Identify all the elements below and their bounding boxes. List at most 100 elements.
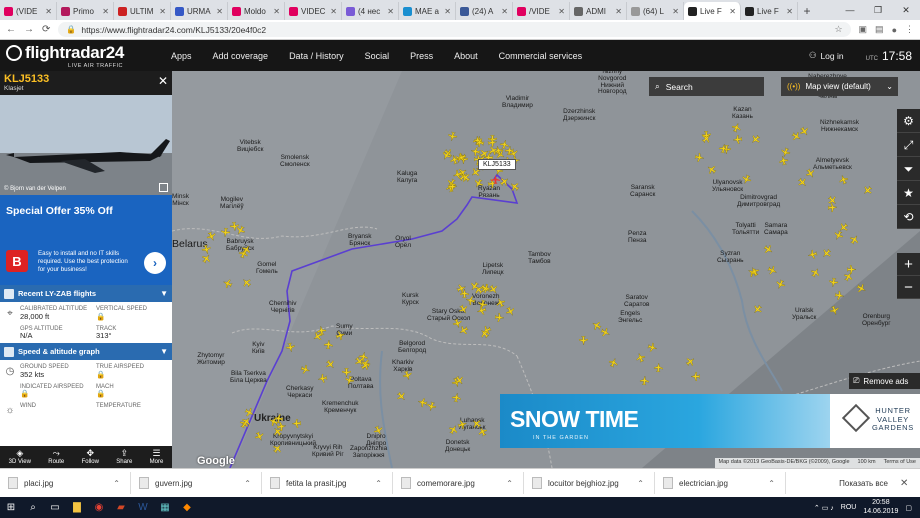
aircraft-marker[interactable] xyxy=(640,375,650,386)
3d-view-button[interactable]: ◈ 3D View xyxy=(9,448,31,466)
menu-item[interactable]: About xyxy=(454,51,478,61)
browser-tab[interactable]: URMA ✕ xyxy=(171,2,228,20)
back-icon[interactable]: ← xyxy=(6,24,16,35)
aircraft-marker[interactable] xyxy=(653,363,663,373)
app-icon[interactable]: ◆ xyxy=(176,497,198,518)
recent-flights-section[interactable]: Recent LY-ZAB flights ▼ xyxy=(0,285,172,302)
close-window-icon[interactable]: ✕ xyxy=(892,5,920,16)
flightradar24-logo[interactable]: flightradar24 LIVE AIR TRAFFIC xyxy=(6,43,156,69)
aircraft-marker[interactable] xyxy=(834,290,844,300)
close-downloads-icon[interactable]: ✕ xyxy=(900,478,920,489)
expand-photo-icon[interactable] xyxy=(159,183,168,192)
aircraft-marker[interactable] xyxy=(317,373,328,384)
powerpoint-icon[interactable]: ▰ xyxy=(110,497,132,518)
share-button[interactable]: ⇪ Share xyxy=(116,448,132,466)
menu-item[interactable]: Social xyxy=(365,51,390,61)
map-view-dropdown[interactable]: ((•)) Map view (default) ⌄ xyxy=(781,77,898,96)
fullscreen-icon[interactable]: ⤢ xyxy=(897,133,920,157)
close-tab-icon[interactable]: ✕ xyxy=(786,7,793,16)
aircraft-marker[interactable] xyxy=(447,131,458,142)
download-item[interactable]: comemorare.jpg ⌃ xyxy=(393,472,524,494)
aircraft-marker[interactable] xyxy=(220,227,230,237)
selected-flight-label[interactable]: KLJ5133 xyxy=(478,159,516,170)
zoom-out-button[interactable]: − xyxy=(897,276,920,299)
browser-tab[interactable]: (24) A ✕ xyxy=(456,2,513,20)
close-tab-icon[interactable]: ✕ xyxy=(615,7,622,16)
aircraft-marker[interactable] xyxy=(691,371,701,381)
zoom-in-button[interactable]: + xyxy=(897,253,920,276)
map-banner-ad[interactable]: SNOW TIME IN THE GARDEN HUNTER VALLEY GA… xyxy=(500,394,920,448)
close-tab-icon[interactable]: ✕ xyxy=(672,7,679,16)
aircraft-marker[interactable] xyxy=(276,421,286,432)
live-map[interactable]: Nizhny Novgorod Нижний Новгород Vladimir … xyxy=(172,71,920,468)
task-view-icon[interactable]: ▭ xyxy=(44,497,66,518)
aircraft-marker[interactable] xyxy=(342,367,352,377)
download-item[interactable]: placi.jpg ⌃ xyxy=(0,472,131,494)
extension-icon[interactable]: ▣ xyxy=(859,24,868,35)
aircraft-marker[interactable] xyxy=(827,202,838,213)
extension-icon[interactable]: ▤ xyxy=(875,24,884,35)
playback-icon[interactable]: ⟲ xyxy=(897,205,920,229)
download-item[interactable]: fetita la prasit.jpg ⌃ xyxy=(262,472,393,494)
filter-icon[interactable]: ⏷ xyxy=(897,157,920,181)
panel-advertisement[interactable]: Special Offer 35% Off B Easy to install … xyxy=(0,195,172,285)
close-tab-icon[interactable]: ✕ xyxy=(102,7,109,16)
browser-tab[interactable]: (4 нес ✕ xyxy=(342,2,399,20)
remove-ads-button[interactable]: ⎚ Remove ads xyxy=(849,373,920,389)
reload-icon[interactable]: ⟳ xyxy=(42,24,50,35)
browser-tab[interactable]: (64) L ✕ xyxy=(627,2,684,20)
system-clock[interactable]: 20:58 14.06.2019 xyxy=(863,499,898,515)
download-item[interactable]: electrician.jpg ⌃ xyxy=(655,472,786,494)
more-button[interactable]: ☰ More xyxy=(150,448,164,466)
bookmark-star-icon[interactable]: ☆ xyxy=(834,24,842,35)
new-tab-button[interactable]: + xyxy=(798,2,816,20)
browser-tab[interactable]: Moldo ✕ xyxy=(228,2,285,20)
close-panel-icon[interactable]: ✕ xyxy=(158,74,168,88)
close-tab-icon[interactable]: ✕ xyxy=(216,7,223,16)
start-menu-icon[interactable]: ⊞ xyxy=(0,497,22,518)
browser-menu-icon[interactable]: ⋮ xyxy=(905,24,914,35)
download-item[interactable]: locuitor bejghioz.jpg ⌃ xyxy=(524,472,655,494)
notifications-icon[interactable]: ▢ xyxy=(905,504,912,512)
ad-arrow-button[interactable]: › xyxy=(144,252,166,274)
close-tab-icon[interactable]: ✕ xyxy=(330,7,337,16)
close-tab-icon[interactable]: ✕ xyxy=(45,7,52,16)
close-tab-icon[interactable]: ✕ xyxy=(387,7,394,16)
file-explorer-icon[interactable]: ▇ xyxy=(66,497,88,518)
aircraft-marker[interactable] xyxy=(447,181,457,192)
tray-icons[interactable]: ⌃ ▭ ♪ xyxy=(814,504,834,512)
selected-aircraft[interactable] xyxy=(491,175,500,184)
close-tab-icon[interactable]: ✕ xyxy=(159,7,166,16)
favorites-star-icon[interactable]: ★ xyxy=(897,181,920,205)
browser-tab[interactable]: /VIDE ✕ xyxy=(513,2,570,20)
map-search-button[interactable]: ⌕ Search xyxy=(649,77,764,96)
chevron-up-icon[interactable]: ⌃ xyxy=(375,479,382,488)
browser-tab[interactable]: ADMI ✕ xyxy=(570,2,627,20)
chevron-up-icon[interactable]: ⌃ xyxy=(768,479,775,488)
aircraft-marker[interactable] xyxy=(578,336,588,346)
menu-item[interactable]: Data / History xyxy=(289,51,344,61)
route-button[interactable]: ⤳ Route xyxy=(48,448,64,466)
close-tab-icon[interactable]: ✕ xyxy=(729,7,736,16)
maximize-icon[interactable]: ❐ xyxy=(864,5,892,16)
browser-tab[interactable]: Primo ✕ xyxy=(57,2,114,20)
aircraft-marker[interactable] xyxy=(451,393,461,403)
aircraft-marker[interactable] xyxy=(847,265,857,275)
url-input[interactable]: 🔒 https://www.flightradar24.com/KLJ5133/… xyxy=(58,22,851,37)
aircraft-marker[interactable] xyxy=(323,339,334,350)
chevron-up-icon[interactable]: ⌃ xyxy=(113,479,120,488)
browser-tab[interactable]: VIDEC ✕ xyxy=(285,2,342,20)
close-tab-icon[interactable]: ✕ xyxy=(558,7,565,16)
aircraft-marker[interactable] xyxy=(828,277,838,287)
chevron-up-icon[interactable]: ⌃ xyxy=(637,479,644,488)
chevron-up-icon[interactable]: ⌃ xyxy=(244,479,251,488)
language-indicator[interactable]: ROU xyxy=(841,504,857,511)
aircraft-marker[interactable] xyxy=(292,418,302,429)
chrome-icon[interactable]: ◉ xyxy=(88,497,110,518)
speed-altitude-section[interactable]: Speed & altitude graph ▼ xyxy=(0,343,172,361)
browser-tab[interactable]: ULTIM ✕ xyxy=(114,2,171,20)
profile-avatar-icon[interactable]: ● xyxy=(892,25,897,35)
browser-tab[interactable]: Live F ✕ xyxy=(741,2,798,20)
app-icon[interactable]: ▦ xyxy=(154,497,176,518)
word-icon[interactable]: W xyxy=(132,497,154,518)
